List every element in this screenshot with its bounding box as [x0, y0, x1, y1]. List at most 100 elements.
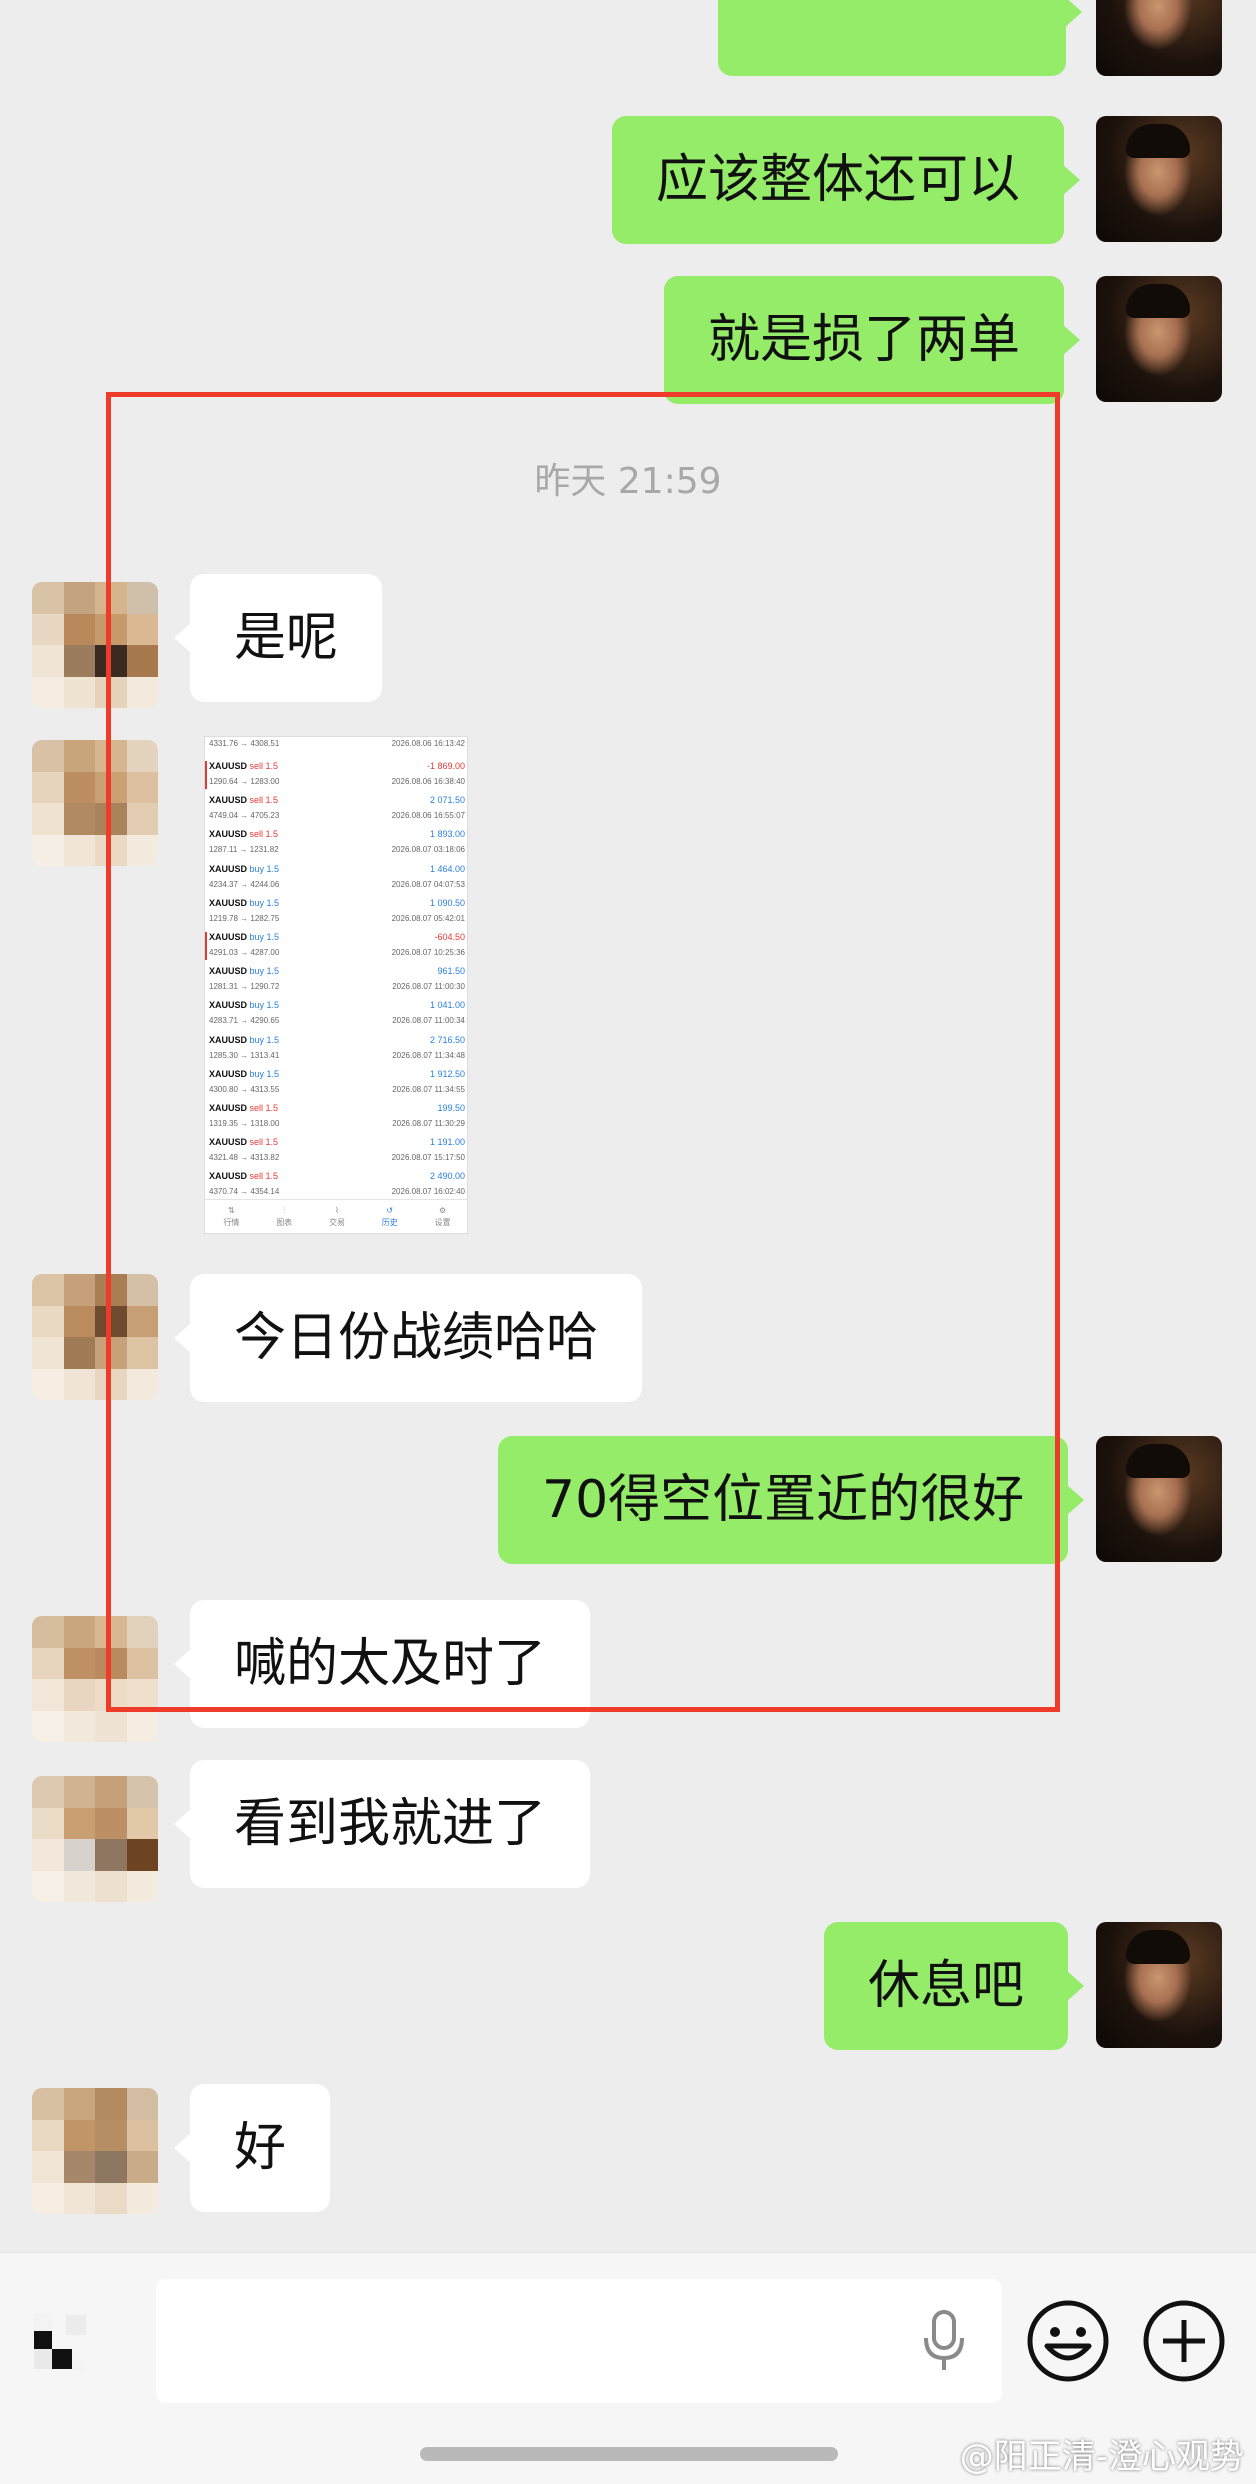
trade-profit: 1 041.00 [429, 1000, 465, 1011]
trade-symbol: XAUUSD buy 1.5 [209, 863, 280, 874]
trade-prices: 4291.03 → 4287.00 [209, 948, 280, 957]
trade-symbol: XAUUSD buy 1.5 [209, 1000, 280, 1011]
message-bubble-sent[interactable]: 应该整体还可以 [612, 116, 1081, 244]
trade-prices: 4749.04 → 4705.23 [209, 811, 280, 821]
trade-history-row: XAUUSD buy 1.5 2 716.50 1285.30 → 1313.41 2… [205, 1033, 467, 1067]
message-input[interactable] [156, 2279, 1002, 2403]
trade-symbol: XAUUSD sell 1.5 [209, 761, 279, 771]
trade-history-row: XAUUSD buy 1.5 1 912.50 4300.80 → 4313.55 2… [205, 1067, 467, 1101]
trade-datetime: 2026.08.06 16:38:40 [391, 777, 465, 786]
trade-symbol: XAUUSD sell 1.5 [209, 1137, 279, 1148]
trade-prices: 1281.31 → 1290.72 [209, 982, 280, 992]
trade-datetime: 2026.08.07 03:18:06 [391, 845, 465, 855]
my-avatar[interactable] [1096, 1922, 1222, 2048]
my-avatar[interactable] [1096, 1436, 1222, 1562]
trade-datetime: 2026.08.07 11:00:34 [392, 1016, 465, 1026]
trade-profit: 199.50 [437, 1103, 465, 1113]
trade-profit: 961.50 [437, 966, 465, 977]
trade-prices: 4300.80 → 4313.55 [209, 1084, 280, 1094]
trade-datetime: 2026.08.07 16:02:40 [391, 1187, 465, 1197]
my-avatar[interactable] [1096, 0, 1222, 76]
tab-chart: ⫶ 图表 [276, 1205, 293, 1227]
contact-avatar[interactable] [32, 1616, 158, 1742]
message-bubble-sent[interactable]: 就是损了两单 [664, 276, 1081, 404]
trade-datetime: 2026.08.07 11:30:29 [392, 1119, 465, 1128]
trade-history-row: XAUUSD sell 1.5 199.50 1319.35 → 1318.00 20… [205, 1101, 467, 1135]
message-bubble-received[interactable]: 是呢 [173, 574, 383, 702]
trade-history-row: XAUUSD buy 1.5 1 464.00 4234.37 → 4244.06 2… [205, 862, 467, 896]
trade-datetime: 2026.08.07 11:34:48 [392, 1050, 465, 1060]
contact-avatar[interactable] [32, 1274, 158, 1400]
trade-profit: 1 464.00 [429, 863, 465, 874]
trade-side-marker [205, 1000, 207, 1028]
trade-symbol: XAUUSD sell 1.5 [209, 1171, 279, 1182]
trade-prices: 1319.35 → 1318.00 [209, 1119, 280, 1128]
trade-side-marker [205, 795, 207, 823]
contact-avatar[interactable] [32, 2088, 158, 2214]
contact-avatar[interactable] [32, 740, 158, 866]
message-bubble-received[interactable]: 好 [173, 2084, 331, 2212]
trade-prices: 4321.48 → 4313.82 [209, 1153, 280, 1163]
trade-history-row: XAUUSD buy 1.5 961.50 1281.31 → 1290.72 202… [205, 964, 467, 998]
trade-symbol: XAUUSD buy 1.5 [209, 966, 280, 977]
trade-side-marker [205, 1137, 207, 1165]
keyboard-toggle-icon[interactable] [30, 2313, 96, 2379]
message-bubble-received[interactable]: 今日份战绩哈哈 [173, 1274, 643, 1402]
trade-history-row: XAUUSD buy 1.5 -604.50 4291.03 → 4287.00 20… [205, 930, 467, 964]
my-avatar[interactable] [1096, 116, 1222, 242]
tab-trade: ⌇ 交易 [328, 1205, 345, 1227]
trade-profit: -1 869.00 [426, 761, 465, 771]
trade-datetime: 2026.08.07 10:25:36 [391, 948, 465, 957]
trade-side-marker [205, 1103, 207, 1131]
trade-symbol: XAUUSD sell 1.5 [209, 1103, 279, 1113]
tab-history: ↺ 历史 [381, 1205, 398, 1227]
trade-symbol: XAUUSD buy 1.5 [209, 1068, 280, 1079]
trade-history-row: XAUUSD sell 1.5 -1 869.00 1290.64 → 1283.0… [205, 759, 467, 793]
message-bubble-received[interactable]: 看到我就进了 [173, 1760, 591, 1888]
trade-side-marker [205, 1035, 207, 1063]
trade-prices: 4370.74 → 4354.14 [209, 1187, 280, 1197]
message-bubble-sent[interactable]: 休息吧 [824, 1922, 1085, 2050]
trade-side-marker [205, 932, 207, 960]
trade-datetime: 2026.08.07 05:42:01 [391, 913, 465, 923]
watermark-text: @阳正清-澄心观势 [959, 2437, 1244, 2477]
trade-profit: -604.50 [434, 932, 465, 942]
tab-quotes: ⇅ 行情 [223, 1205, 240, 1227]
plus-circle-icon[interactable] [1140, 2297, 1228, 2385]
microphone-icon[interactable] [912, 2309, 976, 2373]
trade-history-row: XAUUSD buy 1.5 1 090.50 1219.78 → 1282.75 2… [205, 896, 467, 930]
image-message-trade-history[interactable]: 4331.76 → 4308.51 2026.08.06 16:13:42 XA… [204, 736, 468, 1234]
trade-symbol: XAUUSD sell 1.5 [209, 829, 279, 840]
emoji-icon[interactable] [1024, 2297, 1112, 2385]
trade-history-row: XAUUSD sell 1.5 2 071.50 4749.04 → 4705.23… [205, 793, 467, 827]
contact-avatar[interactable] [32, 1776, 158, 1902]
trade-side-marker [205, 898, 207, 926]
trade-prices: 1290.64 → 1283.00 [209, 777, 280, 786]
trade-datetime: 2026.08.06 16:55:07 [391, 811, 465, 821]
trade-side-marker [205, 864, 207, 892]
trade-profit: 1 893.00 [429, 829, 465, 840]
tab-settings: ⚙ 设置 [434, 1205, 451, 1227]
message-timestamp: 昨天 21:59 [534, 461, 722, 502]
trade-datetime: 2026.08.07 15:17:50 [391, 1153, 465, 1163]
trade-prices: 4234.37 → 4244.06 [209, 879, 280, 889]
trade-side-marker [205, 966, 207, 994]
chat-area[interactable]: 应该整体还可以 就是损了两单 昨天 21:59 是呢 4331.76 → 430… [0, 0, 1256, 2250]
my-avatar[interactable] [1096, 276, 1222, 402]
contact-avatar[interactable] [32, 582, 158, 708]
trade-side-marker [205, 1171, 207, 1199]
trade-prices: 1285.30 → 1313.41 [209, 1050, 280, 1060]
trade-profit: 1 912.50 [429, 1068, 465, 1079]
message-bubble-received[interactable]: 喊的太及时了 [173, 1600, 591, 1728]
home-indicator[interactable] [420, 2447, 838, 2461]
trade-side-marker [205, 1069, 207, 1097]
trade-profit: 1 090.50 [429, 897, 465, 908]
trade-prices: 4283.71 → 4290.65 [209, 1016, 280, 1026]
trade-symbol: XAUUSD sell 1.5 [209, 795, 279, 806]
trade-prices: 1219.78 → 1282.75 [209, 913, 280, 923]
message-bubble-sent[interactable]: 70得空位置近的很好 [498, 1436, 1085, 1564]
trade-symbol: XAUUSD buy 1.5 [209, 1034, 280, 1045]
trade-datetime: 2026.08.07 11:00:30 [392, 982, 465, 992]
message-bubble-sent[interactable] [718, 0, 1082, 76]
trade-symbol: XAUUSD buy 1.5 [209, 897, 280, 908]
